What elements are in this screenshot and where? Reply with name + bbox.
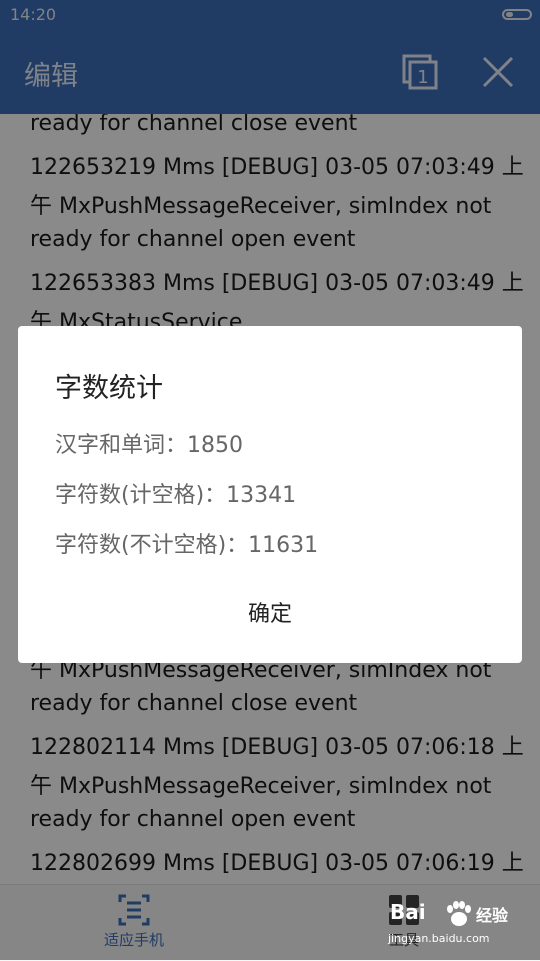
baidu-jingyan-watermark: Bai 经验 jingyan.baidu.com [382,900,532,952]
watermark-brand: Bai [390,900,426,924]
stat-value: 13341 [226,483,297,508]
confirm-button[interactable]: 确定 [18,588,522,642]
stat-words: 汉字和单词：1850 [55,427,243,459]
word-count-dialog: 字数统计 汉字和单词：1850 字符数(计空格)：13341 字符数(不计空格)… [18,326,522,663]
stat-label: 汉字和单词： [55,433,188,458]
watermark-url: jingyan.baidu.com [388,932,490,945]
watermark-cn: 经验 [476,906,509,925]
stat-label: 字符数(计空格)： [55,483,227,508]
paw-logo-icon [447,901,471,926]
stat-value: 11631 [248,533,319,558]
dialog-title: 字数统计 [55,373,163,404]
stat-label: 字符数(不计空格)： [55,533,249,558]
stat-value: 1850 [187,433,244,458]
stat-chars-without-spaces: 字符数(不计空格)：11631 [55,527,318,559]
stat-chars-with-spaces: 字符数(计空格)：13341 [55,477,296,509]
